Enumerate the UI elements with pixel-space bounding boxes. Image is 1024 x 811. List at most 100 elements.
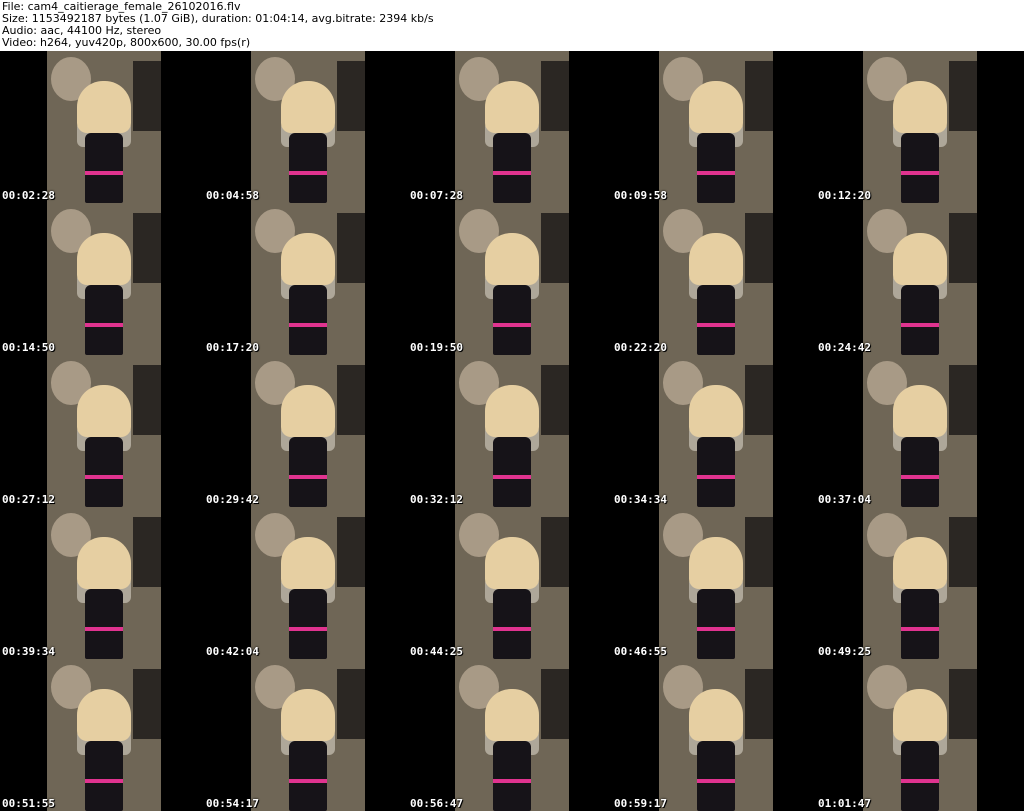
subject-outfit	[289, 589, 327, 659]
subject-belt	[289, 475, 327, 479]
thumbnail-timestamp: 00:12:20	[818, 189, 871, 202]
thumbnail-cell[interactable]: 00:07:28	[408, 51, 612, 203]
background-shelf	[133, 213, 161, 283]
thumbnail-cell[interactable]: 00:12:20	[816, 51, 1020, 203]
thumbnail-timestamp: 00:32:12	[410, 493, 463, 506]
thumbnail-timestamp: 00:17:20	[206, 341, 259, 354]
subject-belt	[289, 779, 327, 783]
subject-figure	[281, 385, 335, 507]
thumbnail-image	[251, 203, 365, 355]
thumbnail-timestamp: 00:51:55	[2, 797, 55, 810]
file-info-header: File: cam4_caitierage_female_26102016.fl…	[0, 0, 1024, 50]
subject-hair	[77, 689, 131, 741]
thumbnail-cell[interactable]: 00:02:28	[0, 51, 204, 203]
thumbnail-cell[interactable]: 00:37:04	[816, 355, 1020, 507]
subject-figure	[689, 233, 743, 355]
thumbnail-cell[interactable]: 00:44:25	[408, 507, 612, 659]
subject-figure	[485, 537, 539, 659]
subject-figure	[281, 689, 335, 811]
thumbnail-cell[interactable]: 00:42:04	[204, 507, 408, 659]
subject-figure	[893, 537, 947, 659]
background-shelf	[745, 213, 773, 283]
subject-figure	[893, 385, 947, 507]
subject-outfit	[289, 437, 327, 507]
subject-belt	[901, 323, 939, 327]
background-shelf	[133, 517, 161, 587]
subject-hair	[689, 233, 743, 285]
thumbnail-cell[interactable]: 00:24:42	[816, 203, 1020, 355]
thumbnail-cell[interactable]: 00:34:34	[612, 355, 816, 507]
subject-hair	[485, 233, 539, 285]
subject-figure	[77, 385, 131, 507]
thumbnail-cell[interactable]: 00:14:50	[0, 203, 204, 355]
subject-hair	[485, 689, 539, 741]
background-shelf	[541, 517, 569, 587]
subject-belt	[493, 475, 531, 479]
thumbnail-cell[interactable]: 00:59:17	[612, 659, 816, 811]
thumbnail-cell[interactable]: 00:32:12	[408, 355, 612, 507]
background-shelf	[745, 517, 773, 587]
subject-belt	[901, 779, 939, 783]
thumbnail-image	[863, 355, 977, 507]
thumbnail-image	[251, 355, 365, 507]
thumbnail-timestamp: 00:44:25	[410, 645, 463, 658]
subject-hair	[77, 81, 131, 133]
thumbnail-cell[interactable]: 00:56:47	[408, 659, 612, 811]
subject-figure	[77, 81, 131, 203]
thumbnail-cell[interactable]: 00:17:20	[204, 203, 408, 355]
subject-outfit	[901, 285, 939, 355]
subject-outfit	[493, 285, 531, 355]
subject-hair	[893, 537, 947, 589]
thumbnail-image	[659, 507, 773, 659]
thumbnail-timestamp: 00:39:34	[2, 645, 55, 658]
thumbnail-image	[659, 203, 773, 355]
subject-outfit	[493, 741, 531, 811]
subject-hair	[689, 81, 743, 133]
subject-hair	[689, 385, 743, 437]
thumbnail-cell[interactable]: 00:54:17	[204, 659, 408, 811]
subject-outfit	[85, 285, 123, 355]
thumbnail-cell[interactable]: 00:09:58	[612, 51, 816, 203]
subject-belt	[85, 323, 123, 327]
subject-outfit	[493, 437, 531, 507]
thumbnail-cell[interactable]: 00:51:55	[0, 659, 204, 811]
subject-outfit	[901, 741, 939, 811]
background-shelf	[541, 365, 569, 435]
subject-outfit	[901, 589, 939, 659]
thumbnail-cell[interactable]: 00:04:58	[204, 51, 408, 203]
thumbnail-cell[interactable]: 01:01:47	[816, 659, 1020, 811]
thumbnail-timestamp: 00:09:58	[614, 189, 667, 202]
subject-outfit	[697, 285, 735, 355]
thumbnail-image	[47, 51, 161, 203]
subject-outfit	[85, 589, 123, 659]
subject-outfit	[493, 589, 531, 659]
thumbnail-cell[interactable]: 00:46:55	[612, 507, 816, 659]
thumbnail-timestamp: 00:37:04	[818, 493, 871, 506]
subject-hair	[281, 233, 335, 285]
subject-hair	[77, 385, 131, 437]
subject-hair	[689, 537, 743, 589]
thumbnail-timestamp: 00:04:58	[206, 189, 259, 202]
subject-hair	[893, 233, 947, 285]
thumbnail-image	[863, 507, 977, 659]
thumbnail-image	[47, 659, 161, 811]
thumbnail-image	[659, 659, 773, 811]
thumbnail-cell[interactable]: 00:39:34	[0, 507, 204, 659]
thumbnail-timestamp: 00:27:12	[2, 493, 55, 506]
background-shelf	[133, 365, 161, 435]
subject-hair	[281, 81, 335, 133]
subject-belt	[901, 171, 939, 175]
subject-outfit	[697, 741, 735, 811]
thumbnail-cell[interactable]: 00:49:25	[816, 507, 1020, 659]
subject-belt	[289, 171, 327, 175]
thumbnail-cell[interactable]: 00:22:20	[612, 203, 816, 355]
background-shelf	[541, 213, 569, 283]
subject-hair	[485, 385, 539, 437]
background-shelf	[541, 61, 569, 131]
thumbnail-image	[251, 507, 365, 659]
thumbnail-cell[interactable]: 00:19:50	[408, 203, 612, 355]
thumbnail-image	[47, 507, 161, 659]
background-shelf	[949, 517, 977, 587]
thumbnail-cell[interactable]: 00:27:12	[0, 355, 204, 507]
thumbnail-cell[interactable]: 00:29:42	[204, 355, 408, 507]
